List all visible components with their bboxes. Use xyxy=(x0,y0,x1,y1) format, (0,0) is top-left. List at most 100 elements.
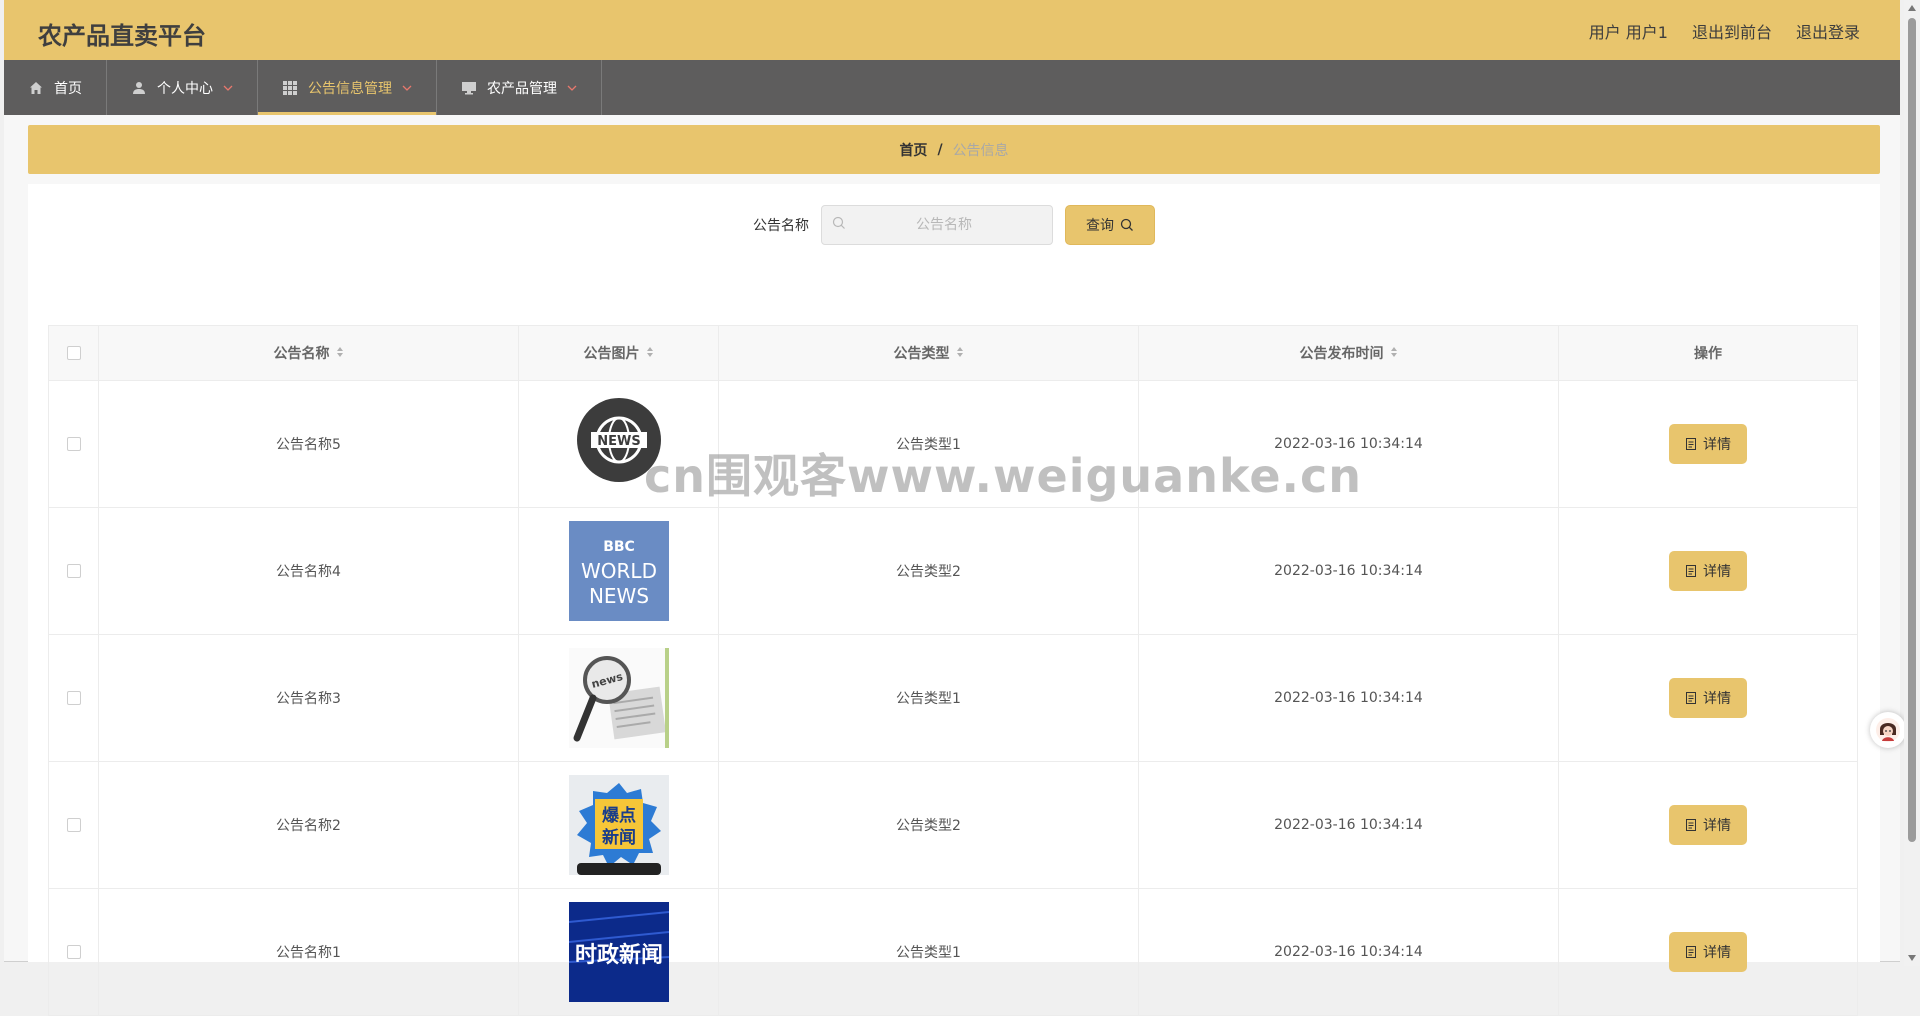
detail-button[interactable]: 详情 xyxy=(1669,805,1747,845)
scroll-up-icon[interactable] xyxy=(1907,3,1917,13)
column-header-name[interactable]: 公告名称 xyxy=(98,325,519,381)
back-to-front-link[interactable]: 退出到前台 xyxy=(1692,19,1772,43)
detail-button-label: 详情 xyxy=(1703,437,1731,453)
column-header-actions: 操作 xyxy=(1558,325,1858,381)
document-icon xyxy=(1685,692,1697,704)
nav-product-label: 农产品管理 xyxy=(487,80,557,97)
table-row: 公告名称5 NEWS 公告类型1 2022-03-16 10:34:14 详情 xyxy=(48,380,1858,508)
search-button[interactable]: 查询 xyxy=(1065,205,1155,245)
nav-home-label: 首页 xyxy=(54,80,82,97)
row-actions: 详情 xyxy=(1558,507,1858,635)
document-icon xyxy=(1685,565,1697,577)
sort-icon[interactable] xyxy=(646,346,654,362)
breadcrumb: 首页 / 公告信息 xyxy=(28,125,1880,174)
row-type: 公告类型1 xyxy=(718,634,1139,762)
row-type: 公告类型2 xyxy=(718,507,1139,635)
search-field[interactable] xyxy=(821,205,1053,245)
table-row: 公告名称1 时政新闻 公告类型1 2022-03-16 10:34:14 详情 xyxy=(48,888,1858,1016)
row-image-cell: BBC WORLD NEWS xyxy=(518,507,719,635)
main-nav: 首页 个人中心 公告信息管理 农产品管理 xyxy=(4,60,1900,115)
row-time: 2022-03-16 10:34:14 xyxy=(1138,507,1559,635)
top-header: 农产品直卖平台 用户 用户1 退出到前台 退出登录 xyxy=(4,0,1900,60)
row-actions: 详情 xyxy=(1558,761,1858,889)
row-checkbox[interactable] xyxy=(66,691,81,705)
detail-button-label: 详情 xyxy=(1703,945,1731,961)
row-type: 公告类型1 xyxy=(718,888,1139,1016)
nav-item-notice-management[interactable]: 公告信息管理 xyxy=(258,60,437,115)
bbc-world-news-image: BBC WORLD NEWS xyxy=(568,521,669,621)
row-actions: 详情 xyxy=(1558,634,1858,762)
breadcrumb-home[interactable]: 首页 xyxy=(899,140,927,160)
search-input[interactable] xyxy=(846,216,1042,234)
table-row: 公告名称2 爆点 新闻 公告类型2 2022-03-16 10:34:14 详情 xyxy=(48,761,1858,889)
sort-icon[interactable] xyxy=(956,346,964,362)
select-all-checkbox[interactable] xyxy=(66,346,81,360)
row-select-cell xyxy=(48,634,99,762)
app-title: 农产品直卖平台 xyxy=(38,22,206,50)
row-checkbox[interactable] xyxy=(66,564,81,578)
detail-button[interactable]: 详情 xyxy=(1669,678,1747,718)
row-actions: 详情 xyxy=(1558,888,1858,1016)
sort-icon[interactable] xyxy=(1390,346,1398,362)
svg-text:爆点: 爆点 xyxy=(602,805,636,826)
row-checkbox[interactable] xyxy=(66,818,81,832)
row-type: 公告类型2 xyxy=(718,761,1139,889)
detail-button[interactable]: 详情 xyxy=(1669,932,1747,972)
document-icon xyxy=(1685,438,1697,450)
svg-text:时政新闻: 时政新闻 xyxy=(574,942,662,968)
chevron-down-icon xyxy=(567,83,577,93)
scrollbar-thumb[interactable] xyxy=(1908,18,1916,842)
chevron-down-icon xyxy=(402,83,412,93)
detail-button[interactable]: 详情 xyxy=(1669,551,1747,591)
row-actions: 详情 xyxy=(1558,380,1858,508)
row-type: 公告类型1 xyxy=(718,380,1139,508)
vertical-scrollbar[interactable] xyxy=(1904,0,1920,966)
breadcrumb-current: 公告信息 xyxy=(952,142,1009,159)
row-image-cell: 时政新闻 xyxy=(518,888,719,1016)
detail-button-label: 详情 xyxy=(1703,818,1731,834)
logout-link[interactable]: 退出登录 xyxy=(1796,19,1860,43)
row-select-cell xyxy=(48,507,99,635)
table-header-row: 公告名称 公告图片 公告类型 公告发布时间 操作 xyxy=(48,325,1858,381)
row-name: 公告名称1 xyxy=(98,888,519,1016)
row-image-cell: 爆点 新闻 xyxy=(518,761,719,889)
row-image-cell: NEWS xyxy=(518,380,719,508)
political-news-image: 时政新闻 xyxy=(568,902,669,1002)
row-checkbox[interactable] xyxy=(66,437,81,451)
breaking-news-image: 爆点 新闻 xyxy=(568,775,669,875)
nav-item-personal-center[interactable]: 个人中心 xyxy=(107,60,258,115)
detail-button[interactable]: 详情 xyxy=(1669,424,1747,464)
user-label[interactable]: 用户 用户1 xyxy=(1589,19,1668,43)
svg-text:NEWS: NEWS xyxy=(597,434,640,449)
assistant-avatar-button[interactable] xyxy=(1870,712,1906,748)
search-label: 公告名称 xyxy=(753,218,809,234)
column-header-time[interactable]: 公告发布时间 xyxy=(1138,325,1559,381)
document-icon xyxy=(1685,819,1697,831)
chevron-down-icon xyxy=(223,83,233,93)
svg-text:NEWS: NEWS xyxy=(588,584,648,608)
row-time: 2022-03-16 10:34:14 xyxy=(1138,761,1559,889)
column-header-type[interactable]: 公告类型 xyxy=(718,325,1139,381)
nav-item-product-management[interactable]: 农产品管理 xyxy=(437,60,602,115)
scroll-down-icon[interactable] xyxy=(1907,953,1917,963)
nav-item-home[interactable]: 首页 xyxy=(4,60,107,115)
sort-icon[interactable] xyxy=(336,346,344,362)
detail-button-label: 详情 xyxy=(1703,564,1731,580)
search-button-label: 查询 xyxy=(1086,218,1114,234)
row-time: 2022-03-16 10:34:14 xyxy=(1138,888,1559,1016)
row-image-cell: news xyxy=(518,634,719,762)
breadcrumb-separator: / xyxy=(937,141,943,158)
row-name: 公告名称5 xyxy=(98,380,519,508)
avatar-icon xyxy=(1876,718,1900,742)
detail-button-label: 详情 xyxy=(1703,691,1731,707)
notice-table: 公告名称 公告图片 公告类型 公告发布时间 操作 公告名称5 NEWS 公告类型… xyxy=(48,325,1858,1016)
svg-text:BBC: BBC xyxy=(603,539,635,555)
row-checkbox[interactable] xyxy=(66,945,81,959)
column-header-image[interactable]: 公告图片 xyxy=(518,325,719,381)
user-icon xyxy=(131,80,147,96)
app-frame: 农产品直卖平台 用户 用户1 退出到前台 退出登录 首页 个人中心 公告信息管理… xyxy=(4,0,1906,1016)
news-globe-image: NEWS xyxy=(568,394,669,494)
nav-personal-label: 个人中心 xyxy=(157,80,213,97)
content-panel: 公告名称 查询 公告名称 公告图片 公告类型 xyxy=(28,184,1880,1016)
document-icon xyxy=(1685,946,1697,958)
